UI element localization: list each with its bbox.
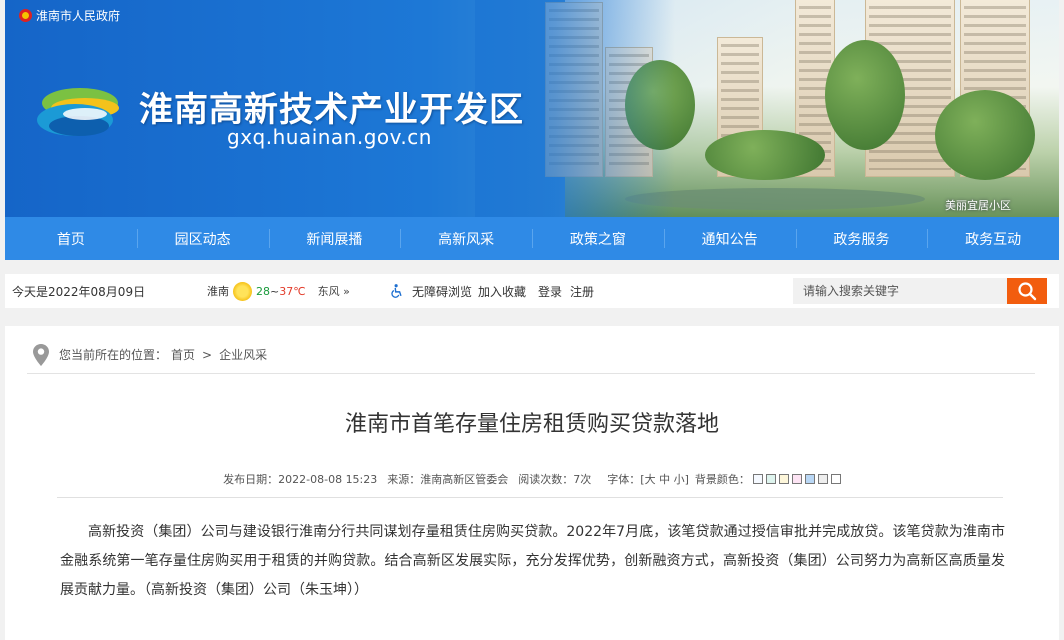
- publish-date: 发布日期：2022-08-08 15:23: [223, 473, 378, 486]
- font-size-large[interactable]: 大: [645, 473, 656, 486]
- article-meta: 发布日期：2022-08-08 15:23 来源：淮南高新区管委会 阅读次数：7…: [5, 471, 1059, 487]
- accessibility-link[interactable]: 无障碍浏览: [390, 283, 472, 300]
- breadcrumb: 您当前所在的位置： 首页 > 企业风采: [27, 336, 1035, 374]
- weather-city: 淮南: [207, 285, 229, 298]
- today-date: 今天是2022年08月09日: [12, 284, 146, 299]
- font-size-small[interactable]: 小: [674, 473, 685, 486]
- bg-color-swatch[interactable]: [817, 474, 828, 484]
- nav-item-policy[interactable]: 政策之窗: [532, 217, 664, 260]
- bg-color-swatch[interactable]: [804, 474, 815, 484]
- divider: [57, 497, 1003, 498]
- weather-widget: 淮南 28 ~37℃ 东风 »: [207, 274, 350, 308]
- article-title: 淮南市首笔存量住房租赁购买贷款落地: [344, 412, 719, 437]
- nav-item-park-news[interactable]: 园区动态: [136, 217, 269, 260]
- bg-color-swatch[interactable]: [830, 474, 841, 484]
- add-favorite-link[interactable]: 加入收藏: [478, 283, 526, 300]
- view-count: 阅读次数：7次: [518, 473, 592, 486]
- site-logo: [37, 88, 119, 136]
- nav-item-gov-services[interactable]: 政务服务: [795, 217, 928, 260]
- header-banner: 淮南市人民政府 淮南高新技术产业开发区 gxq.huainan.gov.cn 美…: [5, 0, 1059, 217]
- gov-link-label: 淮南市人民政府: [36, 9, 121, 23]
- login-link[interactable]: 登录: [538, 283, 562, 300]
- article-source: 来源：淮南高新区管委会: [387, 473, 509, 486]
- nav-item-home[interactable]: 首页: [5, 217, 137, 260]
- breadcrumb-separator: >: [202, 347, 213, 362]
- article-panel: 您当前所在的位置： 首页 > 企业风采 淮南市首笔存量住房租赁购买贷款落地 发布…: [5, 326, 1059, 640]
- bg-color-swatch[interactable]: [778, 474, 789, 484]
- wind-info[interactable]: 东风 »: [318, 283, 350, 299]
- bg-color-swatch[interactable]: [791, 474, 802, 484]
- breadcrumb-home[interactable]: 首页: [171, 346, 195, 363]
- search-icon: [1018, 282, 1037, 301]
- site-title: 淮南高新技术产业开发区: [139, 90, 524, 130]
- nav-item-hightech-style[interactable]: 高新风采: [400, 217, 532, 260]
- nav-item-gov-interaction[interactable]: 政务互动: [927, 217, 1059, 260]
- banner-tree: [935, 90, 1035, 180]
- bg-color-swatches: [750, 474, 841, 484]
- info-bar: 今天是2022年08月09日 淮南 28 ~37℃ 东风 » 无障碍浏览 加入收藏…: [5, 274, 1059, 308]
- search-input[interactable]: [793, 278, 1007, 304]
- banner-caption: 美丽宜居小区: [945, 199, 1011, 212]
- breadcrumb-current[interactable]: 企业风采: [219, 346, 267, 363]
- nav-item-notices[interactable]: 通知公告: [663, 217, 796, 260]
- site-url: gxq.huainan.gov.cn: [227, 125, 432, 149]
- national-emblem-icon: [19, 9, 32, 22]
- font-size-controls: 字体：[大 中 小]: [607, 471, 689, 487]
- banner-tree: [825, 40, 905, 150]
- bg-color-swatch[interactable]: [752, 474, 763, 484]
- location-pin-icon: [33, 343, 49, 366]
- nav-item-news-showcase[interactable]: 新闻展播: [268, 217, 401, 260]
- temp-separator: ~: [270, 284, 280, 298]
- top-links: 无障碍浏览 加入收藏 登录 注册: [390, 274, 594, 308]
- bg-color-label: 背景颜色：: [694, 473, 750, 486]
- register-link[interactable]: 注册: [570, 283, 594, 300]
- gov-link[interactable]: 淮南市人民政府: [19, 7, 120, 24]
- banner-shrubs: [705, 130, 825, 180]
- sun-icon: [233, 281, 252, 301]
- font-size-label: 字体：[: [607, 473, 645, 486]
- breadcrumb-prefix: 您当前所在的位置：: [59, 348, 168, 362]
- font-size-end: ]: [684, 473, 689, 486]
- article-body: 高新投资（集团）公司与建设银行淮南分行共同谋划存量租赁住房购买贷款。2022年7…: [60, 524, 1005, 598]
- temp-high: 37℃: [279, 284, 306, 298]
- temp-low: 28: [256, 284, 270, 298]
- page: 淮南市人民政府 淮南高新技术产业开发区 gxq.huainan.gov.cn 美…: [0, 0, 1064, 640]
- wheelchair-icon: [391, 284, 402, 298]
- font-size-medium[interactable]: 中: [659, 473, 670, 486]
- main-nav: 首页 园区动态 新闻展播 高新风采 政策之窗 通知公告 政务服务 政务互动: [5, 217, 1059, 260]
- accessibility-label: 无障碍浏览: [412, 284, 473, 299]
- bg-color-swatch[interactable]: [765, 474, 776, 484]
- search-button[interactable]: [1007, 278, 1047, 304]
- search-box: [793, 278, 1047, 304]
